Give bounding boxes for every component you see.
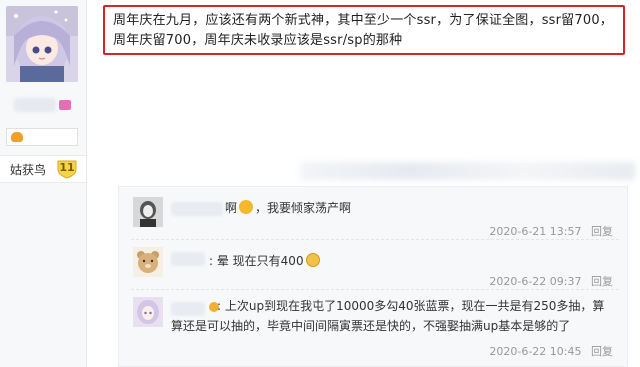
comment-item: : 上次up到现在我屯了10000多勾40张蓝票，现在一共是有250多抽，算 算… (131, 297, 619, 361)
comment-avatar[interactable] (133, 297, 163, 327)
comment-avatar[interactable] (133, 247, 163, 277)
anime-girl-avatar-image (6, 6, 78, 82)
user-avatar[interactable] (6, 6, 78, 82)
level-number: 11 (59, 161, 75, 174)
bear-avatar-icon (133, 247, 163, 277)
gamepad-icon (11, 132, 23, 142)
level-title: 姑获鸟 (10, 163, 47, 177)
comment-datetime: 2020-6-22 10:45 (489, 345, 582, 358)
reply-link[interactable]: 回复 (591, 225, 613, 238)
highlighted-post: 周年庆在九月，应该还有两个新式神，其中至少一个ssr，为了保证全图，ssr留70… (103, 5, 625, 55)
comment-datetime: 2020-6-21 13:57 (489, 225, 582, 238)
comment-datetime: 2020-6-22 09:37 (489, 275, 582, 288)
comment-avatar[interactable] (133, 197, 163, 227)
comment-text: : 晕 现在只有400 (209, 254, 304, 268)
comment-meta: 2020-6-22 09:37 回复 (489, 273, 613, 289)
game-badge[interactable] (6, 128, 78, 146)
anime-girl-avatar-icon (133, 297, 163, 327)
post-text: 周年庆在九月，应该还有两个新式神，其中至少一个ssr，为了保证全图，ssr留70… (113, 13, 613, 48)
comment-meta: 2020-6-21 13:57 回复 (489, 223, 613, 239)
crying-emoji-icon (239, 200, 254, 214)
comment-username-redacted[interactable] (171, 302, 205, 316)
comment-meta: 2020-6-22 10:45 回复 (489, 343, 613, 359)
level-shield-icon: 11 (56, 159, 78, 179)
monochrome-girl-avatar-icon (133, 197, 163, 227)
comment-body-continued: 算还是可以抽的，毕竟中间间隔寅票还是快的，不强娶抽满up基本是够的了 (171, 316, 570, 336)
comment-username-redacted[interactable] (171, 202, 223, 216)
comment-body: : 上次up到现在我屯了10000多勾40张蓝票，现在一共是有250多抽，算 (217, 296, 604, 316)
comment-body: : 晕 现在只有400 (209, 251, 322, 271)
user-sidebar: 姑获鸟 11 (0, 0, 87, 367)
comment-text-line-2: 算还是可以抽的，毕竟中间间隔寅票还是快的，不强娶抽满up基本是够的了 (171, 319, 571, 333)
comment-list: 啊 ，我要倾家荡产啊 2020-6-21 13:57 回复 : 晕 现在只有400… (118, 186, 628, 367)
comment-item: 啊 ，我要倾家荡产啊 2020-6-21 13:57 回复 (131, 197, 619, 240)
user-level: 姑获鸟 11 (0, 155, 86, 183)
redacted-strip (300, 162, 635, 180)
member-badge-icon (59, 100, 71, 110)
username-redacted[interactable] (14, 98, 56, 112)
comment-text: ，我要倾家荡产啊 (255, 201, 352, 215)
comment-username-redacted[interactable] (171, 252, 205, 266)
money-emoji-icon (305, 253, 320, 267)
reply-link[interactable]: 回复 (591, 275, 613, 288)
comment-text-line-1: : 上次up到现在我屯了10000多勾40张蓝票，现在一共是有250多抽，算 (217, 299, 605, 313)
reply-link[interactable]: 回复 (591, 345, 613, 358)
comment-username-suffix: 啊 (225, 201, 238, 215)
comment-body: 啊 ，我要倾家荡产啊 (225, 198, 351, 218)
comment-item: : 晕 现在只有400 2020-6-22 09:37 回复 (131, 247, 619, 290)
